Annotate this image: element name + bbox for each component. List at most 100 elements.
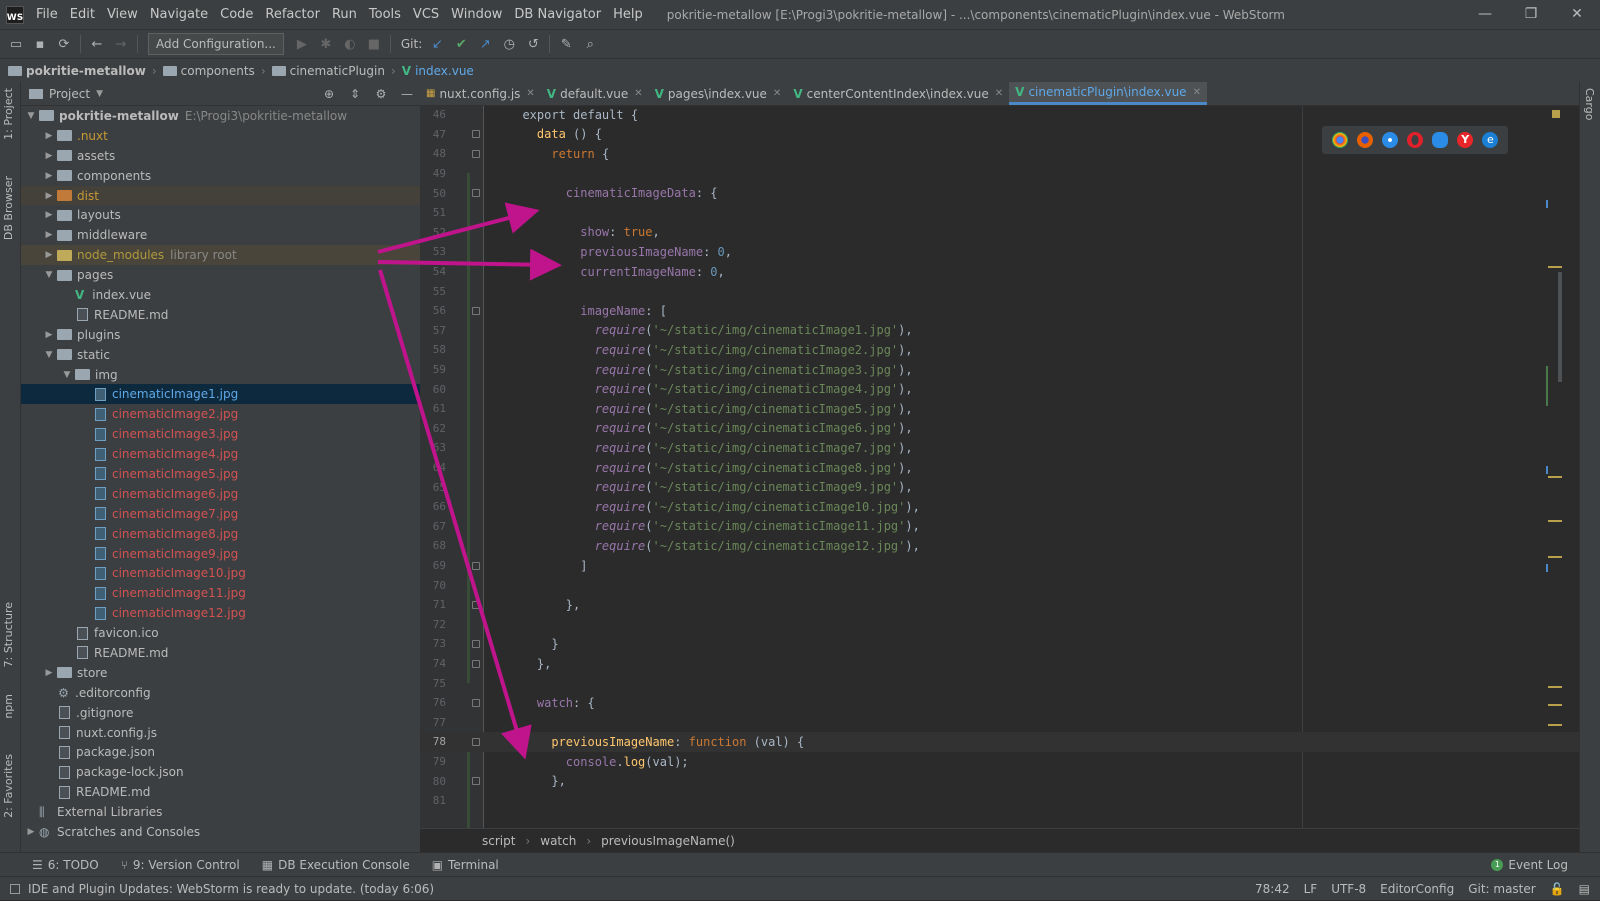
tool-window-todo[interactable]: ☰ 6: TODO (22, 858, 111, 872)
expand-arrow-icon[interactable]: ▶ (41, 151, 57, 161)
tree-item[interactable]: cinematicImage12.jpg (21, 603, 420, 623)
tree-item[interactable]: cinematicImage2.jpg (21, 404, 420, 424)
editor-tab[interactable]: VcenterContentIndex\index.vue ✕ (787, 82, 1009, 105)
fold-marker-icon[interactable] (472, 737, 480, 746)
code-line[interactable]: 48 return { (420, 144, 1579, 164)
hide-panel-icon[interactable]: — (394, 87, 420, 101)
fold-marker-icon[interactable] (472, 659, 480, 668)
tool-tab-favorites[interactable]: 2: Favorites (2, 754, 15, 818)
code-line[interactable]: 75 (420, 673, 1579, 693)
code-line[interactable]: 66 require('~/static/img/cinematicImage1… (420, 497, 1579, 517)
event-log-button[interactable]: 1 Event Log (1491, 853, 1568, 877)
close-tab-icon[interactable]: ✕ (995, 88, 1003, 99)
tree-item[interactable]: ▶ dist (21, 185, 420, 206)
tree-item[interactable]: ⚙ .editorconfig (21, 683, 420, 703)
code-line[interactable]: 52 show: true, (420, 223, 1579, 243)
code-line[interactable]: 50 cinematicImageData: { (420, 183, 1579, 203)
code-line[interactable]: 53 previousImageName: 0, (420, 242, 1579, 262)
git-branch[interactable]: Git: master (1468, 882, 1536, 896)
code-line[interactable]: 72 (420, 615, 1579, 635)
fold-marker-icon[interactable] (472, 189, 480, 198)
fold-marker-icon[interactable] (472, 698, 480, 707)
restore-icon[interactable]: ❐ (1508, 0, 1554, 29)
revert-icon[interactable]: ↺ (521, 33, 545, 55)
code-editor[interactable]: Y e 46 export default {47 data () {48 re… (420, 106, 1579, 828)
code-line[interactable]: 54 currentImageName: 0, (420, 262, 1579, 282)
tree-item[interactable]: ▶ ◍ Scratches and Consoles (21, 822, 420, 842)
caret-position[interactable]: 78:42 (1255, 882, 1290, 896)
tool-window-db-console[interactable]: ▦ DB Execution Console (252, 858, 422, 872)
expand-arrow-icon[interactable]: ▶ (41, 250, 57, 260)
close-tab-icon[interactable]: ✕ (1193, 87, 1201, 98)
menu-vcs[interactable]: VCS (407, 7, 445, 22)
tree-item[interactable]: package-lock.json (21, 762, 420, 782)
code-line[interactable]: 77 (420, 713, 1579, 733)
save-all-icon[interactable]: ▪ (28, 33, 52, 55)
tree-item[interactable]: ▼ pages (21, 265, 420, 285)
debug-icon[interactable]: ✱ (314, 33, 338, 55)
menu-code[interactable]: Code (214, 7, 259, 22)
project-view-selector[interactable]: Project (49, 87, 90, 101)
fold-marker-icon[interactable] (472, 561, 480, 570)
code-line[interactable]: 46 export default { (420, 106, 1579, 125)
breadcrumb-components[interactable]: components › (162, 64, 272, 78)
tree-item[interactable]: cinematicImage8.jpg (21, 524, 420, 544)
menu-view[interactable]: View (101, 7, 144, 22)
expand-arrow-icon[interactable]: ▼ (41, 270, 57, 280)
editor-tab[interactable]: Vdefault.vue ✕ (541, 82, 649, 105)
code-line[interactable]: 81 (420, 791, 1579, 811)
menu-db-navigator[interactable]: DB Navigator (508, 7, 607, 22)
menu-help[interactable]: Help (607, 7, 649, 22)
tree-item[interactable]: ▶ components (21, 166, 420, 186)
expand-arrow-icon[interactable]: ▶ (41, 668, 57, 678)
breadcrumb-method[interactable]: previousImageName() (601, 834, 735, 848)
expand-arrow-icon[interactable]: ▶ (41, 131, 57, 141)
tree-item[interactable]: ▶ assets (21, 146, 420, 166)
tree-item[interactable]: cinematicImage4.jpg (21, 444, 420, 464)
tree-item[interactable]: README.md (21, 782, 420, 802)
tree-item[interactable]: favicon.ico (21, 623, 420, 643)
collapse-all-icon[interactable]: ⇕ (342, 87, 368, 101)
tool-tab-structure[interactable]: 7: Structure (2, 602, 15, 667)
breadcrumb-watch[interactable]: watch (540, 834, 576, 848)
fold-marker-icon[interactable] (472, 306, 480, 315)
fold-marker-icon[interactable] (472, 777, 480, 786)
tree-item[interactable]: README.md (21, 643, 420, 663)
code-line[interactable]: 62 require('~/static/img/cinematicImage6… (420, 419, 1579, 439)
expand-arrow-icon[interactable]: ▼ (23, 111, 39, 121)
tool-window-terminal[interactable]: ▣ Terminal (422, 858, 511, 872)
code-line[interactable]: 63 require('~/static/img/cinematicImage7… (420, 438, 1579, 458)
tree-item[interactable]: cinematicImage3.jpg (21, 424, 420, 444)
tree-item[interactable]: ▼ img (21, 365, 420, 385)
code-line[interactable]: 79 console.log(val); (420, 752, 1579, 772)
tree-item[interactable]: nuxt.config.js (21, 723, 420, 743)
forward-arrow-icon[interactable]: → (109, 33, 133, 55)
tree-item[interactable]: cinematicImage11.jpg (21, 583, 420, 603)
git-update-icon[interactable]: ↙ (425, 33, 449, 55)
chevron-down-icon[interactable]: ▼ (96, 89, 103, 99)
close-tab-icon[interactable]: ✕ (526, 88, 534, 99)
code-line[interactable]: 59 require('~/static/img/cinematicImage3… (420, 360, 1579, 380)
stop-icon[interactable]: ■ (362, 33, 386, 55)
code-line[interactable]: 49 (420, 164, 1579, 184)
fold-marker-icon[interactable] (472, 149, 480, 158)
open-folder-icon[interactable]: ▭ (4, 33, 28, 55)
menu-edit[interactable]: Edit (64, 7, 101, 22)
code-line[interactable]: 74 }, (420, 654, 1579, 674)
expand-arrow-icon[interactable]: ▶ (41, 330, 57, 340)
status-toggle-icon[interactable] (10, 883, 20, 894)
editor-tab[interactable]: ▦ nuxt.config.js ✕ (420, 82, 541, 105)
menu-run[interactable]: Run (326, 7, 363, 22)
expand-arrow-icon[interactable]: ▼ (59, 370, 75, 380)
code-line[interactable]: 61 require('~/static/img/cinematicImage5… (420, 399, 1579, 419)
close-icon[interactable]: ✕ (1554, 0, 1600, 29)
tree-item[interactable]: ▶ plugins (21, 325, 420, 345)
code-line[interactable]: 71 }, (420, 595, 1579, 615)
locate-file-icon[interactable]: ⊕ (316, 87, 342, 101)
code-line[interactable]: 60 require('~/static/img/cinematicImage4… (420, 379, 1579, 399)
code-line[interactable]: 78 previousImageName: function (val) { (420, 732, 1579, 752)
history-icon[interactable]: ◷ (497, 33, 521, 55)
tree-item[interactable]: ▶ middleware (21, 225, 420, 245)
fold-marker-icon[interactable] (472, 600, 480, 609)
file-encoding[interactable]: UTF-8 (1331, 882, 1366, 896)
